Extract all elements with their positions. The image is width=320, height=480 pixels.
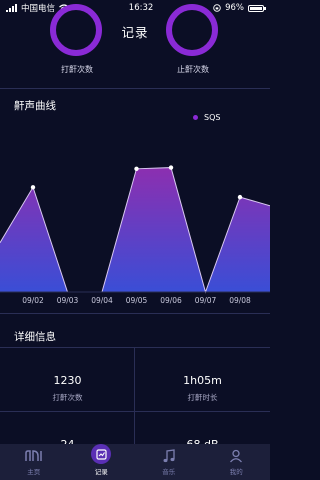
- music-icon: [160, 448, 178, 464]
- stop-count-label: 止鼾次数: [177, 65, 209, 74]
- signal-icon: [6, 4, 17, 12]
- chart-title: 鼾声曲线: [14, 100, 56, 112]
- snore-curve-chart: 鼾声曲线 SQS 09/02 09/03 09/04 09/05 09/06 09/07 0…: [0, 88, 270, 313]
- x-tick-label: 09/03: [57, 296, 79, 305]
- divider: [0, 313, 270, 314]
- x-tick-label: 09/05: [126, 296, 148, 305]
- tab-label: 我的: [229, 468, 243, 476]
- data-point[interactable]: [134, 166, 139, 171]
- chart-plot: 09/02 09/03 09/04 09/05 09/06 09/07 09/08: [0, 165, 270, 305]
- detail-label: 打鼾次数: [52, 393, 83, 402]
- screen: 中国电信 16:32 96% 记录 打鼾次数 止鼾次数 鼾声曲线 SQS 09/…: [0, 0, 270, 480]
- details-title: 详细信息: [14, 331, 56, 343]
- clock: 16:32: [128, 3, 154, 13]
- data-point[interactable]: [237, 194, 243, 200]
- record-icon: [91, 444, 112, 464]
- detail-cell-snore-duration: 1h05m 打鼾时长: [135, 348, 270, 412]
- battery-percent: 96%: [225, 3, 244, 13]
- data-point[interactable]: [168, 165, 174, 170]
- x-tick-label: 09/08: [229, 296, 251, 305]
- home-icon: [25, 448, 43, 464]
- snore-count-ring: [50, 4, 102, 56]
- tab-label: 音乐: [162, 468, 176, 476]
- tab-home[interactable]: 主页: [0, 444, 68, 480]
- profile-icon: [227, 448, 245, 464]
- tab-bar: 主页 记录 音乐 我的: [0, 444, 270, 480]
- status-right: 96%: [213, 3, 266, 13]
- stop-count-ring: [166, 4, 218, 56]
- sqs-area: [0, 167, 270, 292]
- tab-label: 记录: [94, 468, 108, 476]
- detail-value: 1h05m: [183, 374, 222, 387]
- status-bar: 中国电信 16:32 96%: [0, 0, 270, 16]
- x-tick-label: 09/06: [160, 296, 182, 305]
- tab-records[interactable]: 记录: [68, 444, 136, 480]
- legend-label: SQS: [204, 113, 221, 122]
- legend-dot: [193, 115, 198, 120]
- battery-icon: [247, 4, 266, 12]
- chart-legend[interactable]: SQS: [193, 113, 220, 122]
- detail-value: 1230: [53, 374, 82, 387]
- summary-section: 打鼾次数 止鼾次数: [0, 4, 270, 82]
- x-tick-label: 09/04: [91, 296, 113, 305]
- details-grid: 1230 打鼾次数 1h05m 打鼾时长 24 68 dB: [0, 348, 270, 451]
- carrier-label: 中国电信: [21, 4, 56, 14]
- snore-count-label: 打鼾次数: [61, 65, 93, 74]
- tab-label: 主页: [27, 468, 41, 476]
- detail-label: 打鼾时长: [187, 393, 218, 402]
- data-point[interactable]: [30, 185, 36, 190]
- x-tick-label: 09/07: [195, 296, 217, 305]
- tab-profile[interactable]: 我的: [203, 444, 271, 480]
- x-tick-label: 09/02: [22, 296, 44, 305]
- rotation-lock-icon: [213, 4, 221, 12]
- detail-cell-snore-count: 1230 打鼾次数: [0, 348, 135, 412]
- tab-music[interactable]: 音乐: [135, 444, 203, 480]
